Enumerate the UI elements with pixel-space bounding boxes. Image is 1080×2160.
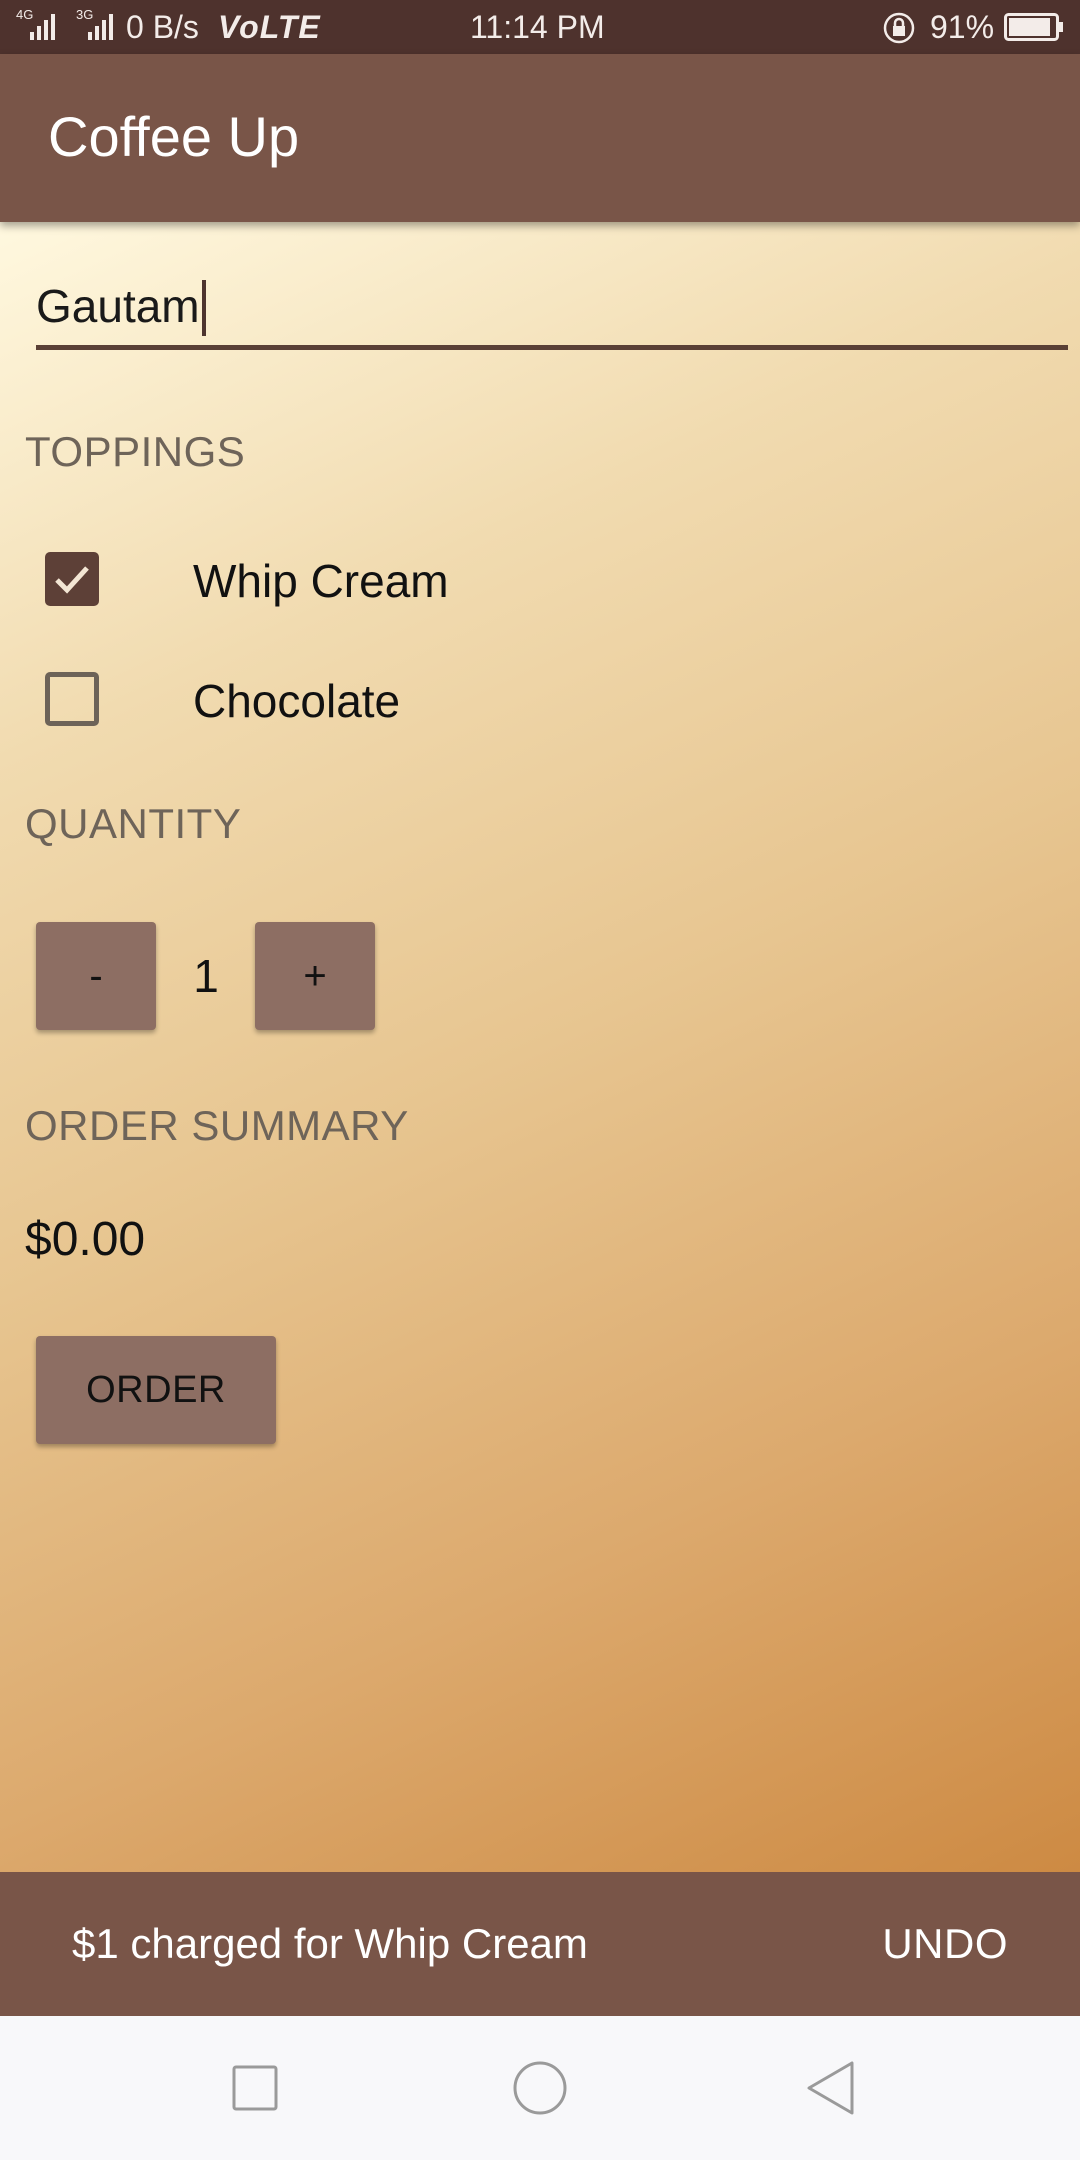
home-button[interactable] xyxy=(500,2048,580,2128)
battery-icon xyxy=(1004,13,1064,41)
status-bar: 4G 3G 0 B/s VoLTE 11:14 PM 91% xyxy=(0,0,1080,54)
checkmark-icon xyxy=(55,566,89,594)
toppings-heading: TOPPINGS xyxy=(25,428,246,475)
navigation-bar xyxy=(0,2016,1080,2160)
battery-percent: 91% xyxy=(930,9,995,45)
order-form: Gautam TOPPINGS Whip Cream Chocolate QUA… xyxy=(0,222,1080,1872)
circle-icon xyxy=(513,2061,567,2115)
topping-chocolate[interactable]: Chocolate xyxy=(0,654,700,744)
clock: 11:14 PM xyxy=(470,9,605,45)
recent-apps-button[interactable] xyxy=(215,2048,295,2128)
order-total-price: $0.00 xyxy=(25,1213,146,1266)
network-speed: 0 B/s xyxy=(126,9,199,45)
rotation-lock-icon xyxy=(882,11,916,45)
snackbar-message: $1 charged for Whip Cream xyxy=(72,1920,588,1967)
order-button[interactable]: ORDER xyxy=(36,1336,276,1444)
name-input-value: Gautam xyxy=(36,280,200,332)
app-bar: Coffee Up xyxy=(0,54,1080,222)
quantity-value: 1 xyxy=(193,950,219,1002)
signal-icon xyxy=(30,10,55,40)
triangle-back-icon xyxy=(807,2061,854,2115)
chocolate-label: Chocolate xyxy=(193,675,401,727)
text-cursor xyxy=(201,280,206,336)
increment-button[interactable]: + xyxy=(255,922,375,1030)
app-title: Coffee Up xyxy=(48,105,300,168)
topping-whip-cream[interactable]: Whip Cream xyxy=(0,534,700,624)
whip-cream-label: Whip Cream xyxy=(193,555,449,607)
decrement-button[interactable]: - xyxy=(36,922,156,1030)
signal-icon-2 xyxy=(88,10,113,40)
undo-button[interactable]: UNDO xyxy=(882,1916,1008,1972)
quantity-heading: QUANTITY xyxy=(25,800,242,847)
order-summary-heading: ORDER SUMMARY xyxy=(25,1102,409,1149)
chocolate-checkbox[interactable] xyxy=(45,672,99,726)
name-input[interactable]: Gautam xyxy=(36,276,1068,350)
snackbar: $1 charged for Whip Cream UNDO xyxy=(0,1872,1080,2016)
back-button[interactable] xyxy=(790,2048,870,2128)
volte-label: VoLTE xyxy=(218,9,321,45)
square-icon xyxy=(232,2065,278,2111)
whip-cream-checkbox[interactable] xyxy=(45,552,99,606)
